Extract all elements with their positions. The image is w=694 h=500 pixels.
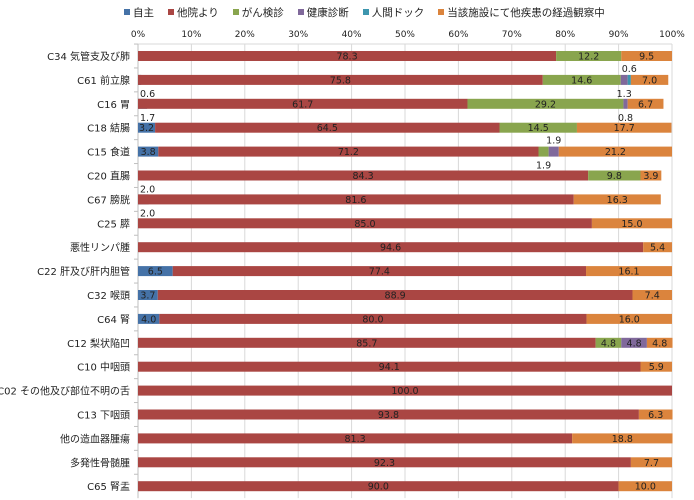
data-label: 3.2 <box>139 123 154 134</box>
data-label: 4.0 <box>141 314 156 325</box>
x-tick-label: 20% <box>235 30 255 40</box>
stacked-bar-chart: 0% 10% 20% 30% 40% 50% 60% 70% 80% 90% 100% C34 気管支… <box>0 30 685 499</box>
data-label: 9.8 <box>607 171 622 182</box>
data-label: 12.2 <box>578 52 599 63</box>
data-label: 100.0 <box>391 386 418 397</box>
data-label: 7.7 <box>644 458 659 469</box>
data-label: 77.4 <box>369 267 390 278</box>
category-label: 他の造血器腫瘍 <box>60 432 130 445</box>
data-label: 4.8 <box>627 338 642 349</box>
bar-segment <box>627 74 631 85</box>
data-label: 6.3 <box>648 410 663 421</box>
data-label: 4.8 <box>601 338 616 349</box>
data-label: 94.6 <box>380 243 401 254</box>
x-tick-label: 10% <box>181 30 201 40</box>
data-label: 64.5 <box>317 123 338 134</box>
data-label: 3.7 <box>140 291 155 302</box>
category-label: C18 結腸 <box>87 122 130 135</box>
data-label: 17.7 <box>614 123 635 134</box>
data-label: 90.0 <box>368 482 389 493</box>
data-label: 84.3 <box>353 171 374 182</box>
data-label: 71.2 <box>338 147 359 158</box>
data-label: 3.9 <box>643 171 658 182</box>
data-label: 2.0 <box>140 185 155 196</box>
data-label: 6.7 <box>638 99 653 110</box>
data-label: 1.7 <box>140 113 155 124</box>
category-label: C15 食道 <box>87 146 130 159</box>
x-tick-label: 80% <box>555 30 575 40</box>
data-label: 75.8 <box>330 75 351 86</box>
category-label: C10 中咽頭 <box>77 361 130 374</box>
data-label: 61.7 <box>292 99 313 110</box>
category-label: C02 その他及び部位不明の舌 <box>0 385 130 398</box>
data-label: 21.2 <box>605 147 626 158</box>
data-label: 16.3 <box>607 195 628 206</box>
category-label: C16 胃 <box>97 99 130 111</box>
x-tick-label: 100% <box>659 30 685 40</box>
data-label: 2.0 <box>140 208 155 219</box>
data-label: 7.0 <box>642 75 657 86</box>
category-label: C13 下咽頭 <box>77 410 130 422</box>
x-tick-label: 0% <box>131 30 146 40</box>
data-label: 15.0 <box>621 219 642 230</box>
data-label: 9.5 <box>639 52 654 63</box>
data-label: 0.6 <box>622 64 637 75</box>
data-label: 0.6 <box>140 89 155 100</box>
data-label: 4.8 <box>652 338 667 349</box>
data-label: 16.0 <box>619 314 640 325</box>
data-label: 92.3 <box>374 458 395 469</box>
category-label: C12 梨状陥凹 <box>67 337 130 350</box>
data-label: 93.8 <box>378 410 399 421</box>
x-tick-label: 30% <box>288 30 308 40</box>
data-label: 80.0 <box>362 314 383 325</box>
bar-segment <box>538 146 549 157</box>
data-label: 29.2 <box>535 99 556 110</box>
data-label: 6.5 <box>148 267 163 278</box>
data-label: 3.8 <box>141 147 156 158</box>
data-label: 18.8 <box>612 434 633 445</box>
data-label: 85.7 <box>356 338 377 349</box>
data-label: 94.1 <box>379 362 400 373</box>
data-label: 81.3 <box>344 434 365 445</box>
data-label: 5.9 <box>649 362 664 373</box>
category-label: C64 腎 <box>97 314 130 326</box>
category-label: C25 膵 <box>97 218 130 230</box>
data-label: 85.0 <box>354 219 375 230</box>
data-label: 1.9 <box>546 136 561 147</box>
x-tick-label: 60% <box>448 30 468 40</box>
x-tick-label: 70% <box>502 30 522 40</box>
data-label: 0.8 <box>618 113 633 124</box>
data-label: 14.6 <box>571 75 592 86</box>
x-tick-label: 40% <box>342 30 362 40</box>
category-label: 多発性骨髄腫 <box>70 456 130 469</box>
data-label: 10.0 <box>635 482 656 493</box>
data-label: 88.9 <box>385 291 406 302</box>
x-tick-label: 90% <box>609 30 629 40</box>
data-label: 16.1 <box>618 267 639 278</box>
data-label: 1.9 <box>536 161 551 172</box>
category-label: 悪性リンパ腫 <box>70 241 130 254</box>
category-label: C67 膀胱 <box>87 193 130 206</box>
data-label: 81.6 <box>345 195 366 206</box>
category-label: C65 腎盂 <box>87 481 130 493</box>
category-label: C20 直腸 <box>87 170 130 183</box>
category-label: C22 肝及び肝内胆管 <box>37 265 130 278</box>
x-tick-label: 50% <box>395 30 415 40</box>
category-label: C32 喉頭 <box>87 290 130 302</box>
category-label: C34 気管支及び肺 <box>47 50 130 63</box>
data-label: 5.4 <box>650 243 665 254</box>
category-label: C61 前立腺 <box>77 74 130 87</box>
data-label: 78.3 <box>336 52 357 63</box>
data-label: 14.5 <box>528 123 549 134</box>
bar-segment <box>548 146 559 157</box>
data-label: 1.3 <box>617 89 632 100</box>
bar-segment <box>620 74 628 85</box>
data-label: 7.4 <box>645 291 660 302</box>
bar-segment <box>623 98 628 109</box>
